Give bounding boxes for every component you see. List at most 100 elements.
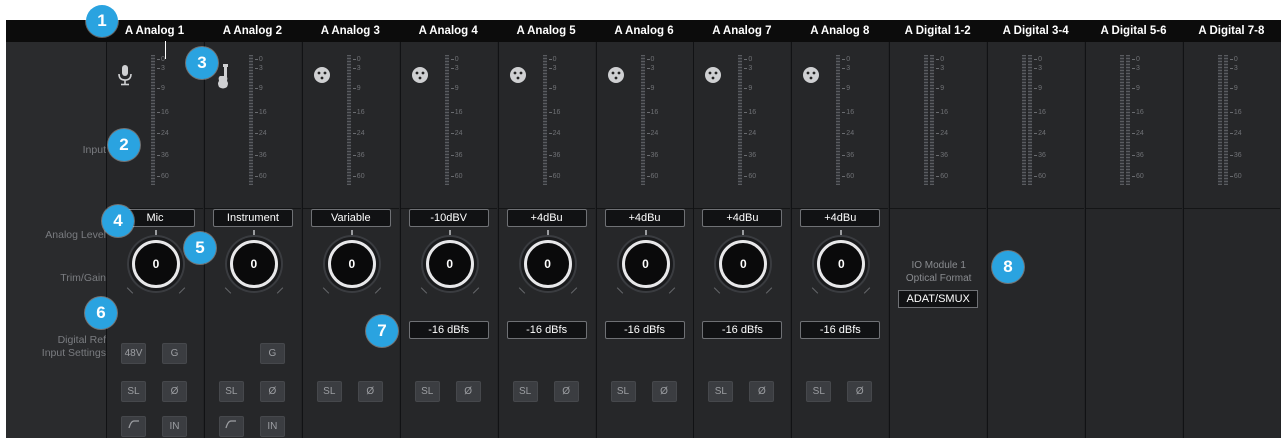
knob-min-mark (224, 287, 232, 294)
trim-gain-knob[interactable]: 0 (610, 228, 682, 300)
callout-badge: 3 (186, 47, 218, 79)
phase-invert-button[interactable]: Ø (162, 381, 187, 402)
phase-invert-button[interactable]: Ø (259, 381, 285, 402)
insert-button[interactable]: IN (162, 416, 187, 437)
phase-invert-button[interactable]: Ø (847, 381, 873, 402)
meter-tick (1034, 88, 1038, 89)
knob-max-mark (276, 287, 284, 294)
digital-ref-field[interactable]: -16 dBfs (604, 321, 685, 339)
stereo-link-button[interactable]: SL (512, 381, 538, 402)
level-meter: 0 3 9 16 24 36 60 (924, 55, 970, 185)
knob-min-mark (420, 287, 427, 294)
ground-button[interactable]: G (259, 343, 285, 364)
knob-value: 0 (642, 257, 649, 271)
digital-ref-field[interactable]: -16 dBfs (702, 321, 783, 339)
meter-tick-label: 16 (454, 109, 463, 116)
section-divider (1086, 208, 1182, 209)
callout-badge: 5 (184, 232, 216, 264)
meter-tick (744, 133, 748, 134)
stereo-link-button[interactable]: SL (414, 381, 440, 402)
stereo-link-button[interactable]: SL (218, 381, 244, 402)
xlr-icon[interactable] (411, 66, 428, 88)
meter-tick-label: 36 (650, 152, 659, 159)
xlr-icon[interactable] (802, 66, 820, 88)
phase-invert-button[interactable]: Ø (455, 381, 481, 402)
xlr-icon[interactable] (607, 66, 624, 88)
analog-level-select[interactable]: Instrument (212, 209, 293, 227)
phase-invert-button[interactable]: Ø (651, 381, 677, 402)
column-title: A Digital 3-4 (1002, 25, 1069, 37)
meter-tick (450, 88, 454, 89)
high-pass-filter-button[interactable] (218, 416, 244, 437)
phase-invert-button[interactable]: Ø (357, 381, 383, 402)
meter-tick-label: 60 (650, 173, 659, 180)
digital-ref-field[interactable]: -16 dBfs (506, 321, 587, 339)
analog-level-select[interactable]: +4dBu (800, 209, 881, 227)
channel-column: 0 3 9 16 24 36 60 +4dBu 0 -16 dBfs SL Ø (791, 42, 889, 438)
trim-gain-knob[interactable]: 0 (707, 228, 779, 300)
trim-gain-knob[interactable]: 0 (414, 228, 486, 300)
row-label-trim-gain: Trim/Gain (60, 272, 106, 284)
column-title: A Analog 4 (418, 25, 478, 37)
phantom-power-button[interactable]: 48V (121, 343, 146, 364)
ground-button[interactable]: G (162, 343, 187, 364)
callout-badge: 6 (85, 297, 117, 329)
meter-tick (548, 133, 552, 134)
analog-level-select[interactable]: +4dBu (506, 209, 587, 227)
insert-button[interactable]: IN (259, 416, 285, 437)
meter-tick-label: 36 (1136, 152, 1144, 159)
stereo-link-button[interactable]: SL (806, 381, 832, 402)
high-pass-filter-button[interactable] (121, 416, 146, 437)
meter-tick-label: 60 (1038, 173, 1046, 180)
meter-tick (646, 68, 650, 69)
meter-tick-label: 3 (552, 65, 557, 72)
xlr-icon[interactable] (704, 66, 722, 88)
analog-level-select[interactable]: Variable (310, 209, 391, 227)
meter-tick-label: 24 (650, 130, 659, 137)
meter-tick-label: 9 (1136, 85, 1140, 92)
meter-tick-label: 0 (846, 56, 851, 63)
analog-level-select[interactable]: +4dBu (702, 209, 783, 227)
meter-tick (936, 68, 940, 69)
stereo-link-button[interactable]: SL (316, 381, 342, 402)
meter-tick (744, 155, 748, 156)
trim-gain-knob[interactable]: 0 (805, 228, 877, 300)
trim-gain-knob[interactable]: 0 (120, 228, 192, 300)
xlr-icon[interactable] (313, 66, 330, 88)
meter-tick (1229, 59, 1233, 60)
callout-badge: 2 (108, 129, 140, 161)
mic-icon[interactable] (117, 64, 133, 86)
stereo-link-button[interactable]: SL (610, 381, 636, 402)
stereo-link-button[interactable]: SL (708, 381, 734, 402)
knob-indicator (742, 230, 745, 237)
digital-ref-field[interactable]: -16 dBfs (800, 321, 881, 339)
meter-tick-label: 24 (552, 130, 561, 137)
meter-bar (836, 55, 841, 185)
meter-tick (1034, 155, 1038, 156)
stereo-link-button[interactable]: SL (121, 381, 146, 402)
callout-badge: 7 (366, 315, 398, 347)
xlr-icon[interactable] (509, 66, 526, 88)
meter-tick (352, 155, 356, 156)
trim-gain-knob[interactable]: 0 (218, 228, 290, 300)
meter-tick (254, 59, 258, 60)
digital-ref-field[interactable]: -16 dBfs (408, 321, 489, 339)
meter-tick (157, 59, 160, 60)
analog-level-select[interactable]: +4dBu (604, 209, 685, 227)
knob-max-mark (570, 287, 577, 294)
level-meter: 0 3 9 16 24 36 60 (346, 55, 393, 185)
analog-level-select[interactable]: -10dBV (408, 209, 489, 227)
trim-gain-knob[interactable]: 0 (512, 228, 584, 300)
meter-tick (1229, 88, 1233, 89)
knob-min-mark (126, 287, 134, 294)
phase-invert-button[interactable]: Ø (749, 381, 775, 402)
phase-invert-button[interactable]: Ø (553, 381, 579, 402)
knob-dial: 0 (229, 240, 278, 288)
optical-format-select[interactable]: ADAT/SMUX (898, 290, 979, 308)
trim-gain-knob[interactable]: 0 (316, 228, 388, 300)
meter-tick-label: 16 (846, 109, 855, 116)
meter-tick (1229, 112, 1233, 113)
meter-tick-label: 0 (1038, 56, 1042, 63)
meter-tick-label: 16 (1136, 109, 1144, 116)
meter-tick-label: 16 (650, 109, 659, 116)
